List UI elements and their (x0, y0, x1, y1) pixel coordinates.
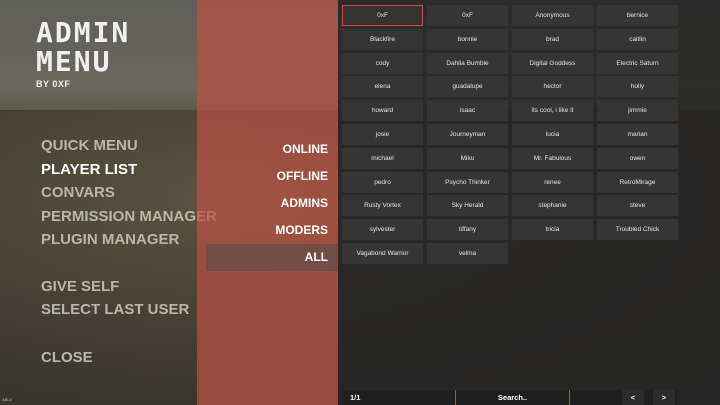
player-cell[interactable]: Sky Herald (427, 195, 508, 217)
player-cell[interactable]: renee (512, 171, 593, 193)
player-cell[interactable]: elena (342, 76, 423, 98)
filter-moders[interactable]: MODERS (206, 217, 338, 244)
player-cell[interactable]: Rusty Vortex (342, 195, 423, 217)
player-cell[interactable]: velma (427, 243, 508, 264)
player-cell[interactable]: tricia (512, 219, 593, 241)
menu-item-convars[interactable]: CONVARS (41, 181, 217, 205)
menu-item-quick-menu[interactable]: QUICK MENU (41, 134, 217, 158)
page-indicator: 1/1 (350, 393, 361, 402)
menu-item-give-self[interactable]: GIVE SELF (41, 275, 217, 299)
player-cell[interactable]: michael (342, 147, 423, 169)
next-page-button[interactable]: > (653, 390, 675, 405)
player-cell[interactable]: stephanie (512, 195, 593, 217)
admin-menu-logo: ADMIN MENU BY 0XF (36, 18, 130, 89)
player-cell[interactable]: tiffany (427, 219, 508, 241)
player-cell[interactable]: bonnie (427, 28, 508, 50)
logo-author: BY 0XF (36, 79, 71, 89)
main-menu: QUICK MENU PLAYER LIST CONVARS PERMISSIO… (41, 134, 217, 369)
player-cell[interactable]: 0xF (427, 5, 508, 26)
pagination-bar: 1/1 Search.. < > (343, 390, 677, 405)
player-filters: ONLINE OFFLINE ADMINS MODERS ALL (206, 136, 338, 271)
player-cell[interactable]: hector (512, 76, 593, 98)
player-cell[interactable]: cody (342, 52, 423, 74)
player-cell[interactable]: Anonymous (512, 5, 593, 26)
filter-online[interactable]: ONLINE (206, 136, 338, 163)
player-cell[interactable]: Digital Goddess (512, 52, 593, 74)
menu-item-close[interactable]: CLOSE (41, 346, 217, 370)
player-cell[interactable]: Journeyman (427, 124, 508, 145)
player-cell[interactable]: caitlin (597, 28, 678, 50)
player-cell[interactable]: holly (597, 76, 678, 98)
prev-page-button[interactable]: < (622, 390, 644, 405)
player-cell[interactable]: owen (597, 147, 678, 169)
player-cell[interactable]: pedro (342, 171, 423, 193)
player-cell[interactable]: Blackfire (342, 28, 423, 50)
player-cell[interactable]: josie (342, 124, 423, 145)
player-cell[interactable]: brad (512, 28, 593, 50)
player-cell[interactable]: bernice (597, 5, 678, 26)
search-input[interactable]: Search.. (455, 390, 570, 405)
filter-all[interactable]: ALL (206, 244, 338, 271)
player-cell[interactable]: jimmie (597, 100, 678, 122)
player-cell[interactable]: Mr. Fabulous (512, 147, 593, 169)
player-cell[interactable]: sylvester (342, 219, 423, 241)
menu-spacer (41, 252, 217, 275)
menu-spacer-2 (41, 322, 217, 346)
player-cell[interactable]: Vagabond Warrior (342, 243, 423, 264)
player-cell[interactable]: Troubled Chick (597, 219, 678, 241)
player-cell[interactable]: its cool, i like it (512, 100, 593, 122)
logo-line-1: ADMIN (36, 16, 131, 49)
player-cell[interactable]: Electric Saturn (597, 52, 678, 74)
menu-item-plugin-manager[interactable]: PLUGIN MANAGER (41, 228, 217, 252)
player-cell[interactable]: steve (597, 195, 678, 217)
menu-item-permission-manager[interactable]: PERMISSION MANAGER (41, 205, 217, 229)
player-cell[interactable]: RetroMirage (597, 171, 678, 193)
player-cell[interactable]: guadalupe (427, 76, 508, 98)
player-cell[interactable]: lucia (512, 124, 593, 145)
player-cell[interactable]: isaac (427, 100, 508, 122)
player-cell[interactable]: marian (597, 124, 678, 145)
menu-item-select-last-user[interactable]: SELECT LAST USER (41, 298, 217, 322)
logo-line-2: MENU (36, 45, 112, 78)
menu-item-player-list[interactable]: PLAYER LIST (41, 158, 217, 182)
corner-label: ABLE (2, 397, 13, 402)
filter-admins[interactable]: ADMINS (206, 190, 338, 217)
player-cell[interactable]: 0xF (342, 5, 423, 26)
player-cell[interactable]: howard (342, 100, 423, 122)
filter-offline[interactable]: OFFLINE (206, 163, 338, 190)
player-cell[interactable]: Miku (427, 147, 508, 169)
player-cell[interactable]: Psycho Thinker (427, 171, 508, 193)
player-cell[interactable]: Dahlia Bumble (427, 52, 508, 74)
